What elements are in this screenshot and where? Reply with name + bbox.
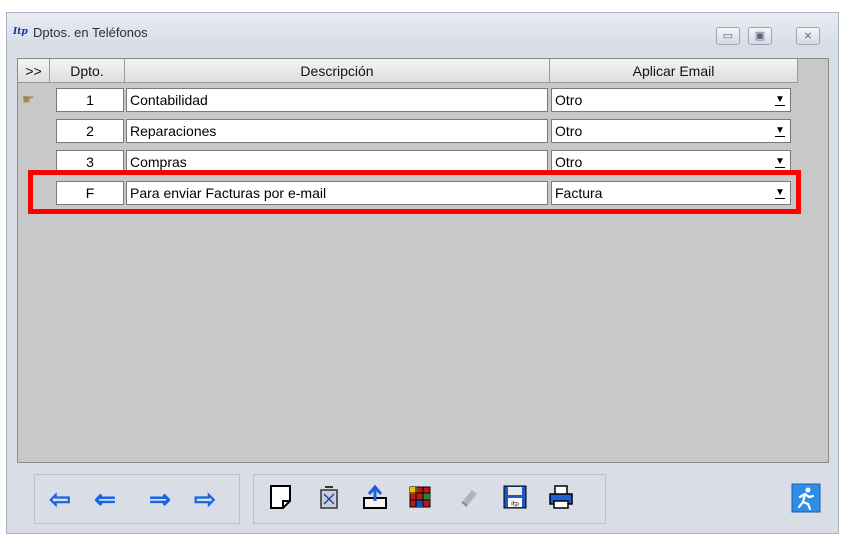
arrow-first-icon: ⇦ [49,484,71,514]
email-select-value: Otro [555,92,583,108]
dpto-cell[interactable]: 2 [56,119,124,143]
pointing-hand-icon: ☛ [22,91,35,107]
rubiks-cube-button[interactable] [405,484,435,514]
descripcion-cell[interactable]: Reparaciones [126,119,548,143]
upload-button[interactable] [360,484,390,514]
close-button[interactable]: ⨯ [796,27,820,45]
dpto-cell[interactable]: 1 [56,88,124,112]
table-row[interactable]: ☛ 1 Contabilidad Otro ▼ [18,86,828,114]
new-page-icon [270,485,291,509]
header-descripcion[interactable]: Descripción [125,59,550,83]
minimize-button[interactable]: ▭ [716,27,740,45]
title-bar: Itp Dptos. en Teléfonos ▭ ▣ ⨯ [7,13,838,51]
previous-record-button[interactable]: ⇐ [90,484,120,514]
email-select-value: Otro [555,154,583,170]
arrow-last-icon: ⇨ [194,484,216,514]
eraser-icon [461,490,477,507]
arrow-right-icon: ⇒ [149,484,171,514]
floppy-disk-icon: itp [503,485,527,509]
svg-text:itp: itp [511,501,519,508]
action-toolbar: itp [253,474,606,524]
dropdown-arrow-icon[interactable]: ▼ [772,154,788,170]
email-select-value: Otro [555,123,583,139]
close-icon: ⨯ [803,30,813,42]
dropdown-arrow-icon[interactable]: ▼ [772,92,788,108]
app-logo-icon: Itp [13,27,28,37]
email-select[interactable]: Otro ▼ [551,119,791,143]
arrow-left-icon: ⇐ [94,484,116,514]
printer-icon [549,485,573,509]
upload-icon [363,484,387,509]
header-selector[interactable]: >> [18,59,50,83]
window-title: Dptos. en Teléfonos [33,25,148,40]
eraser-button[interactable] [454,484,484,514]
row-selector[interactable]: ☛ [18,86,50,114]
next-record-button[interactable]: ⇒ [145,484,175,514]
header-aplicar-email[interactable]: Aplicar Email [550,59,798,83]
rubiks-cube-icon [409,486,431,508]
dropdown-arrow-icon[interactable]: ▼ [772,123,788,139]
first-record-button[interactable]: ⇦ [45,484,75,514]
save-button[interactable]: itp [500,484,530,514]
running-exit-icon [791,483,821,513]
maximize-icon: ▣ [754,30,766,42]
print-button[interactable] [546,484,576,514]
exit-button[interactable] [791,483,821,513]
data-grid: >> Dpto. Descripción Aplicar Email ☛ 1 C… [17,58,829,463]
table-row[interactable]: 2 Reparaciones Otro ▼ [18,117,828,145]
window: Itp Dptos. en Teléfonos ▭ ▣ ⨯ >> Dpto. D… [6,12,839,534]
highlight-box [28,170,801,214]
descripcion-cell[interactable]: Contabilidad [126,88,548,112]
last-record-button[interactable]: ⇨ [190,484,220,514]
navigation-toolbar: ⇦ ⇐ ⇒ ⇨ [34,474,240,524]
trash-icon [320,486,338,509]
new-record-button[interactable] [266,484,296,514]
minimize-icon: ▭ [722,30,734,42]
email-select[interactable]: Otro ▼ [551,88,791,112]
delete-button[interactable] [314,484,344,514]
maximize-button[interactable]: ▣ [748,27,772,45]
row-selector[interactable] [18,117,50,145]
header-dpto[interactable]: Dpto. [50,59,125,83]
